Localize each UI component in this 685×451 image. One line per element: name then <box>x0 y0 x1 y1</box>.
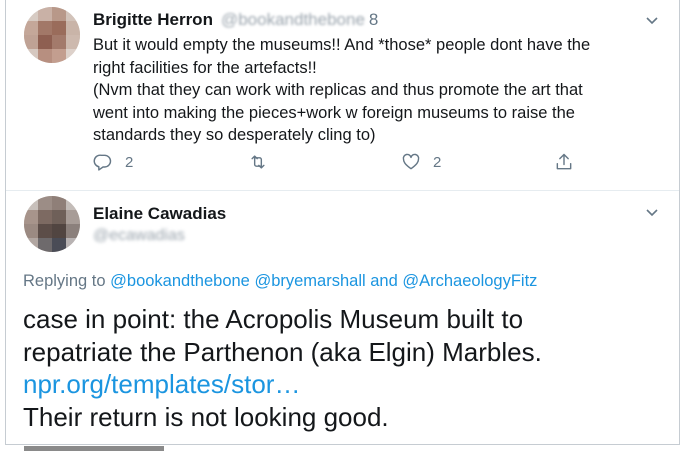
avatar-pixel <box>24 196 38 210</box>
tweet-text: case in point: the Acropolis Museum buil… <box>23 303 663 433</box>
avatar[interactable] <box>24 196 80 252</box>
mention-link[interactable]: @ArchaeologyFitz <box>402 272 537 290</box>
chevron-down-icon[interactable] <box>645 206 659 220</box>
tweet-text-line: right facilities for the artefacts!! <box>93 58 317 77</box>
tweet-text-line: went into making the pieces+work w forei… <box>93 103 575 122</box>
avatar-pixel <box>38 238 52 252</box>
avatar-pixel <box>52 21 66 35</box>
avatar-pixel <box>24 238 38 252</box>
retweet-icon <box>251 155 265 169</box>
avatar-pixel <box>66 21 80 35</box>
avatar-pixel <box>52 35 66 49</box>
avatar-pixel <box>66 210 80 224</box>
tweet-text-line: But it would empty the museums!! And *th… <box>93 36 591 54</box>
tweet-date[interactable]: 8 <box>369 10 378 29</box>
avatar-pixel <box>38 210 52 224</box>
author-handle[interactable]: @ecawadias <box>93 227 185 245</box>
avatar-pixel <box>52 196 66 210</box>
avatar-pixel <box>66 7 80 21</box>
tweet-text-line: Their return is not looking good. <box>23 401 389 432</box>
author-name[interactable]: Elaine Cawadias <box>93 204 226 224</box>
share-icon <box>556 153 572 170</box>
avatar-pixel <box>66 238 80 252</box>
avatar-pixel <box>52 238 66 252</box>
tweet-thread: Brigitte Herron @bookandthebone 8 But it w… <box>5 0 680 445</box>
avatar-pixel <box>52 210 66 224</box>
avatar-pixel <box>24 35 38 49</box>
author-row: Brigitte Herron @bookandthebone 8 <box>93 10 378 30</box>
author-handle[interactable]: @bookandthebone <box>221 10 365 29</box>
avatar-pixel <box>24 224 38 238</box>
avatar-pixel <box>38 196 52 210</box>
tweet-text-line: standards they so desperately cling to) <box>93 126 376 144</box>
avatar-pixel <box>38 224 52 238</box>
avatar-pixel <box>24 21 38 35</box>
avatar-pixel <box>38 35 52 49</box>
replying-label: Replying to <box>23 272 106 290</box>
tweet-link[interactable]: npr.org/templates/stor… <box>23 368 663 401</box>
author-name[interactable]: Brigitte Herron <box>93 10 213 29</box>
avatar-pixel <box>66 35 80 49</box>
like-icon <box>402 153 420 170</box>
avatar-pixel <box>52 49 66 63</box>
divider <box>6 190 679 191</box>
avatar-pixel <box>66 196 80 210</box>
like-button[interactable]: 2 <box>401 152 441 172</box>
avatar-pixel <box>52 224 66 238</box>
mention-conjunction: and <box>370 272 398 290</box>
avatar-pixel <box>24 210 38 224</box>
reply-button[interactable]: 2 <box>93 152 133 172</box>
avatar-pixel <box>38 49 52 63</box>
like-count: 2 <box>433 153 442 171</box>
tweet-text: But it would empty the museums!! And *th… <box>93 34 668 147</box>
avatar[interactable] <box>24 7 80 63</box>
mention-link[interactable]: @bryemarshall <box>254 272 365 290</box>
avatar-pixel <box>66 224 80 238</box>
tweet-text-line: (Nvm that they can work with replicas an… <box>93 81 583 99</box>
avatar-pixel <box>38 7 52 21</box>
avatar-pixel <box>52 7 66 21</box>
action-bar: 2 2 <box>93 152 593 176</box>
tweet-text-line: repatriate the Parthenon (aka Elgin) Mar… <box>23 336 542 367</box>
reply-icon <box>93 154 112 171</box>
avatar-pixel <box>24 7 38 21</box>
avatar-pixel <box>24 49 38 63</box>
tweet-brigitte[interactable]: Brigitte Herron @bookandthebone 8 But it w… <box>6 0 679 190</box>
share-button[interactable] <box>554 152 574 172</box>
avatar-pixel <box>38 21 52 35</box>
media-preview-edge <box>24 446 164 451</box>
avatar-pixel <box>66 49 80 63</box>
retweet-button[interactable] <box>248 152 268 172</box>
mention-link[interactable]: @bookandthebone <box>110 272 250 290</box>
reply-count: 2 <box>125 153 134 171</box>
chevron-down-icon[interactable] <box>645 14 659 28</box>
replying-to: Replying to @bookandthebone @bryemarshal… <box>23 272 537 291</box>
tweet-text-line: case in point: the Acropolis Museum buil… <box>23 304 524 334</box>
